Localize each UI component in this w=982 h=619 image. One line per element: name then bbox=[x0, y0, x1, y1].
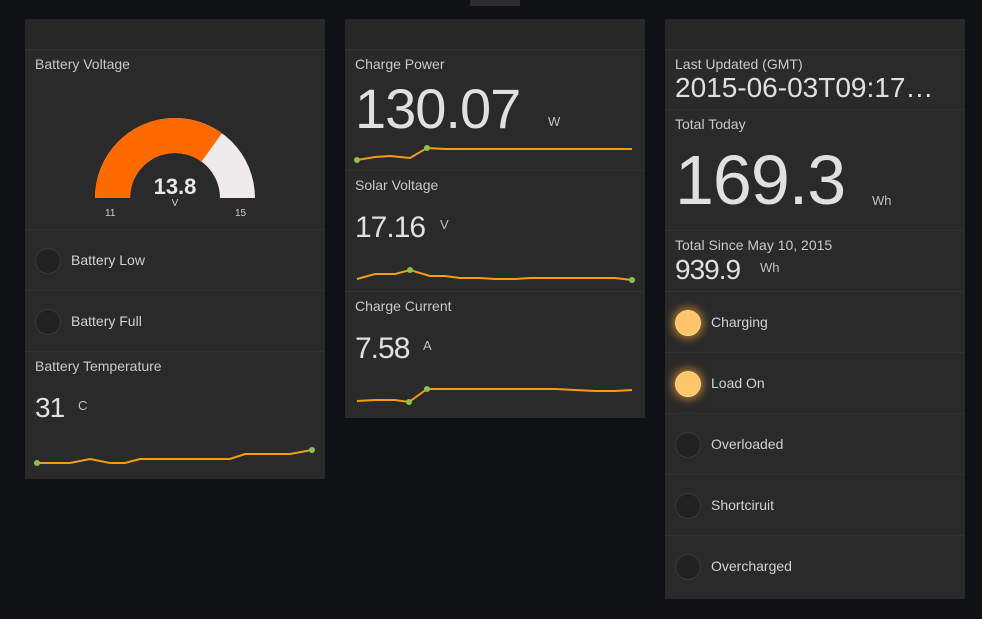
charge-current-unit: A bbox=[423, 338, 432, 353]
gauge-max-label: 15 bbox=[235, 208, 247, 219]
battery-temperature-value: 31 bbox=[35, 392, 65, 423]
charge-power-widget: Charge Power 130.07 W bbox=[345, 49, 645, 170]
column-header bbox=[25, 19, 325, 49]
led-icon bbox=[675, 554, 701, 580]
last-updated-widget: Last Updated (GMT) 2015-06-03T09:17… bbox=[665, 49, 965, 109]
charge-current-widget: Charge Current 7.58 A bbox=[345, 291, 645, 417]
charge-current-title: Charge Current bbox=[355, 298, 452, 314]
solar-voltage-widget: Solar Voltage 17.16 V bbox=[345, 170, 645, 291]
indicator-load-on: Load On bbox=[665, 352, 965, 413]
indicator-battery-full: Battery Full bbox=[25, 290, 325, 351]
indicator-label: Battery Full bbox=[71, 313, 142, 329]
total-since-widget: Total Since May 10, 2015 939.9 Wh bbox=[665, 230, 965, 291]
charge-power-title: Charge Power bbox=[355, 56, 445, 72]
column-header bbox=[665, 19, 965, 49]
indicator-label: Charging bbox=[711, 314, 768, 330]
indicator-label: Load On bbox=[711, 375, 765, 391]
led-icon bbox=[35, 309, 61, 335]
indicator-label: Battery Low bbox=[71, 252, 145, 268]
gauge-unit: V bbox=[171, 198, 179, 209]
indicator-label: Shortciruit bbox=[711, 497, 775, 513]
total-today-value: 169.3 bbox=[675, 141, 846, 219]
solar-voltage-value: 17.16 bbox=[355, 211, 426, 244]
led-icon bbox=[35, 248, 61, 274]
indicator-charging: Charging bbox=[665, 291, 965, 352]
indicator-overloaded: Overloaded bbox=[665, 413, 965, 474]
charge-current-value: 7.58 bbox=[355, 332, 410, 365]
led-icon bbox=[675, 371, 701, 397]
led-icon bbox=[675, 493, 701, 519]
gauge-value: 13.8 bbox=[153, 174, 197, 199]
total-since-unit: Wh bbox=[760, 260, 780, 275]
indicator-battery-low: Battery Low bbox=[25, 229, 325, 290]
total-today-title: Total Today bbox=[675, 116, 746, 132]
gauge-min-label: 11 bbox=[105, 208, 116, 219]
indicator-shortcircuit: Shortciruit bbox=[665, 474, 965, 535]
last-updated-value: 2015-06-03T09:17… bbox=[675, 72, 934, 103]
solar-voltage-title: Solar Voltage bbox=[355, 177, 439, 193]
top-handle bbox=[470, 0, 520, 6]
column-left: Battery Voltage 13.8 V 11 15 Battery Low… bbox=[25, 19, 325, 479]
indicator-label: Overloaded bbox=[711, 436, 784, 452]
charge-current-sparkline bbox=[356, 386, 633, 405]
total-since-title: Total Since May 10, 2015 bbox=[675, 237, 833, 253]
total-today-widget: Total Today 169.3 Wh bbox=[665, 109, 965, 230]
led-icon bbox=[675, 310, 701, 336]
charge-power-unit: W bbox=[548, 114, 561, 129]
battery-voltage-widget: Battery Voltage 13.8 V 11 15 bbox=[25, 49, 325, 229]
total-today-unit: Wh bbox=[872, 193, 892, 208]
battery-temperature-title: Battery Temperature bbox=[35, 358, 162, 374]
charge-power-value: 130.07 bbox=[355, 77, 521, 140]
column-right: Last Updated (GMT) 2015-06-03T09:17… Tot… bbox=[665, 19, 965, 599]
column-middle: Charge Power 130.07 W Solar Voltage 17.1… bbox=[345, 19, 645, 418]
battery-temperature-sparkline bbox=[34, 447, 315, 466]
solar-voltage-sparkline bbox=[356, 267, 635, 283]
solar-voltage-unit: V bbox=[440, 217, 449, 232]
indicator-label: Overcharged bbox=[711, 558, 792, 574]
total-since-value: 939.9 bbox=[675, 254, 741, 285]
last-updated-title: Last Updated (GMT) bbox=[675, 56, 803, 72]
indicator-overcharged: Overcharged bbox=[665, 535, 965, 596]
led-icon bbox=[675, 432, 701, 458]
column-header bbox=[345, 19, 645, 49]
battery-temperature-unit: C bbox=[78, 398, 88, 413]
battery-temperature-widget: Battery Temperature 31 C bbox=[25, 351, 325, 478]
